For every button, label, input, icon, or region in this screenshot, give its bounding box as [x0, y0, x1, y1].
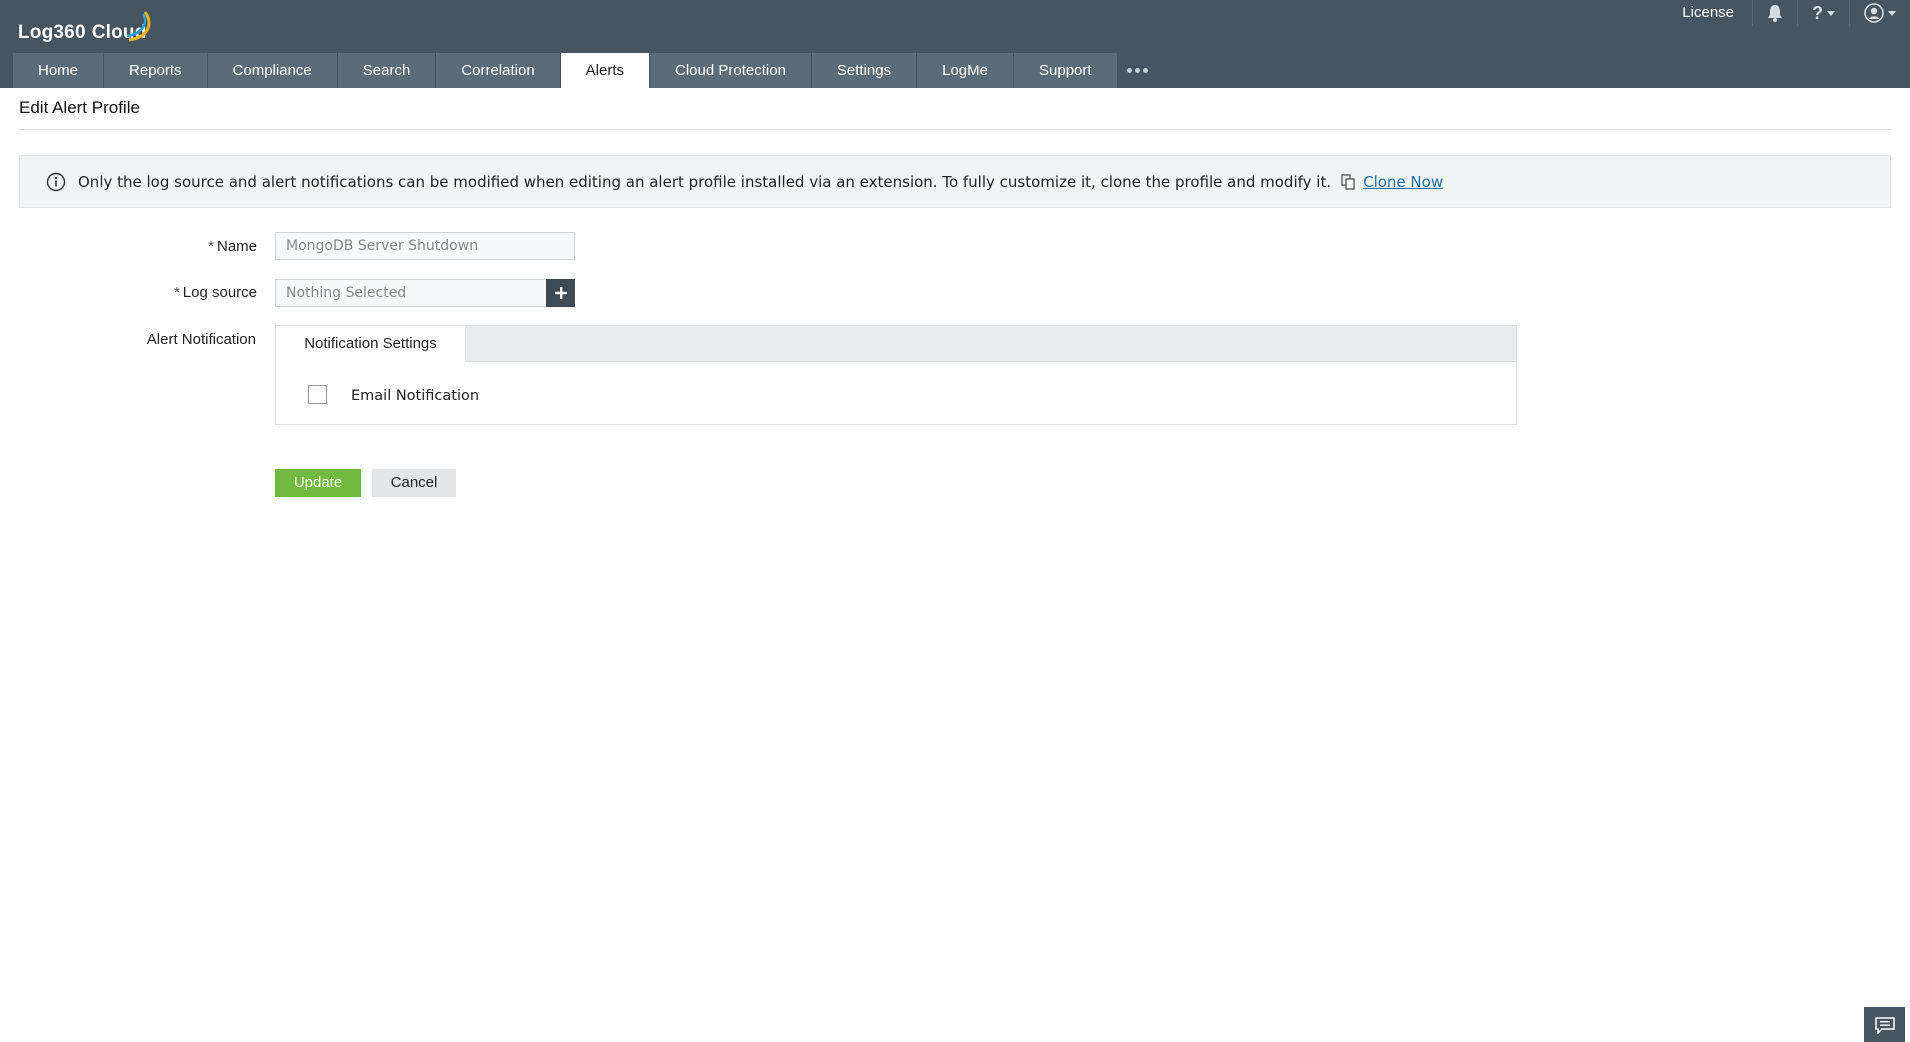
log-source-field[interactable]: Nothing Selected: [275, 279, 547, 307]
cancel-button[interactable]: Cancel: [372, 469, 456, 497]
help-menu-button[interactable]: ?: [1798, 0, 1850, 26]
more-dot-icon: [1135, 68, 1141, 73]
log-source-label-text: Log source: [182, 284, 257, 301]
help-icon: ?: [1812, 2, 1823, 23]
more-dot-icon: [1143, 68, 1149, 73]
top-right-toolbar: License ?: [1664, 0, 1910, 26]
license-link[interactable]: License: [1664, 0, 1753, 26]
log-source-label: * Log source: [17, 284, 257, 301]
top-header: Log360 Cloud License ? Home Reports Comp…: [0, 0, 1910, 88]
email-notification-checkbox[interactable]: [308, 385, 327, 404]
page-title: Edit Alert Profile: [19, 98, 140, 117]
more-dot-icon: [1127, 68, 1133, 73]
main-nav-tabs: Home Reports Compliance Search Correlati…: [13, 53, 1158, 88]
notifications-button[interactable]: [1753, 0, 1798, 26]
tab-correlation[interactable]: Correlation: [436, 53, 561, 88]
tab-home[interactable]: Home: [13, 53, 105, 88]
chevron-down-icon: [1827, 10, 1835, 16]
logo-text: Log360: [18, 22, 86, 43]
info-banner: Only the log source and alert notificati…: [19, 155, 1891, 208]
alert-notification-label: Alert Notification: [146, 331, 256, 348]
notification-panel: Notification Settings Email Notification: [275, 325, 1517, 425]
chat-button[interactable]: [1864, 1007, 1905, 1042]
user-icon: [1864, 3, 1884, 23]
tab-logme[interactable]: LogMe: [917, 53, 1014, 88]
update-button[interactable]: Update: [275, 469, 361, 497]
tab-settings[interactable]: Settings: [811, 53, 918, 88]
tab-cloud-protection[interactable]: Cloud Protection: [650, 53, 812, 88]
tab-support[interactable]: Support: [1014, 53, 1118, 88]
required-mark: *: [208, 238, 214, 255]
tab-notification-settings[interactable]: Notification Settings: [275, 325, 466, 362]
plus-icon: [554, 287, 567, 299]
tab-search[interactable]: Search: [337, 53, 437, 88]
info-message: Only the log source and alert notificati…: [78, 172, 1332, 191]
name-field[interactable]: MongoDB Server Shutdown: [275, 232, 575, 260]
name-label-text: Name: [216, 238, 257, 255]
chevron-down-icon: [1888, 10, 1896, 16]
clone-now-link[interactable]: Clone Now: [1363, 173, 1443, 191]
more-tabs-button[interactable]: [1118, 53, 1158, 88]
user-menu-button[interactable]: [1850, 0, 1910, 26]
copy-icon: [1341, 173, 1355, 190]
tab-compliance[interactable]: Compliance: [207, 53, 338, 88]
required-mark: *: [173, 284, 180, 301]
title-divider: [19, 129, 1891, 130]
bell-icon: [1768, 5, 1782, 22]
add-log-source-button[interactable]: [546, 279, 575, 307]
tab-reports[interactable]: Reports: [104, 53, 208, 88]
info-icon: [46, 172, 66, 191]
name-label: * Name: [17, 238, 257, 255]
email-notification-label: Email Notification: [351, 388, 480, 404]
notification-tabbar: Notification Settings: [275, 325, 1516, 362]
tab-alerts[interactable]: Alerts: [560, 53, 651, 88]
logo-arc-icon: [126, 11, 151, 42]
chat-icon: [1874, 1016, 1895, 1034]
